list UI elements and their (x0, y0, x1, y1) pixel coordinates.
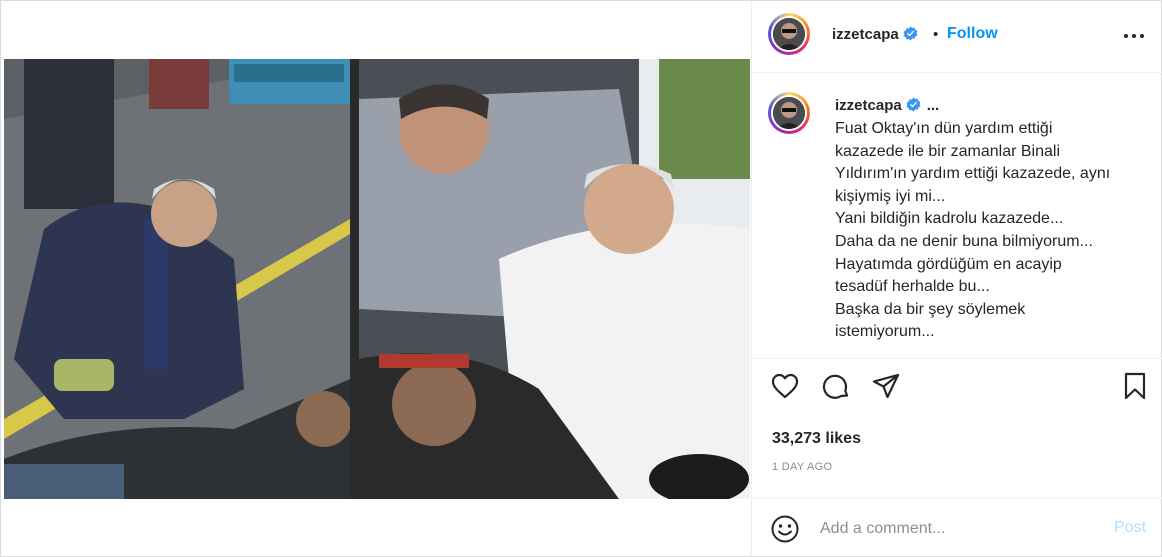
caption-line: Fuat Oktay'ın dün yardım ettiği (835, 120, 1053, 137)
verified-badge-icon (903, 26, 918, 41)
caption-line: Hayatımda gördüğüm en acayip (835, 255, 1062, 273)
post-comment-button[interactable]: Post (1114, 519, 1146, 537)
caption-line: kazazede ile bir zamanlar Binali (835, 142, 1060, 160)
post-media[interactable] (1, 1, 751, 556)
caption-ellipsis: ... (926, 97, 940, 114)
caption-line: Daha da ne denir buna bilmiyorum... (835, 232, 1093, 250)
comment-bar: Post (752, 498, 1162, 556)
like-button[interactable] (770, 371, 802, 403)
caption-line: istemiyorum... (835, 323, 935, 341)
save-button[interactable] (1120, 371, 1152, 403)
verified-badge-icon (906, 97, 921, 112)
share-button[interactable] (871, 371, 903, 403)
follow-button[interactable]: Follow (947, 25, 998, 43)
author-avatar[interactable] (768, 13, 810, 55)
emoji-smile-icon[interactable] (770, 514, 800, 544)
caption-author-avatar[interactable] (768, 92, 810, 134)
caption-text: Fuat Oktay'ın dün yardım ettiği kazazede… (835, 118, 1150, 344)
caption-line: kişiymiş iyi mi... (835, 187, 946, 205)
post-timestamp[interactable]: 1 DAY AGO (772, 461, 832, 473)
action-bar (752, 371, 1162, 411)
bookmark-icon[interactable] (1120, 371, 1150, 401)
likes-count[interactable]: 33,273 likes (772, 430, 861, 448)
caption-username[interactable]: izzetcapa (835, 97, 902, 114)
caption-line: tesadüf herhalde bu... (835, 278, 990, 296)
photo-right-panel (359, 59, 750, 499)
post-side-panel: izzetcapa • Follow izzetcapa... Fuat Okt… (751, 1, 1162, 556)
photo-divider (350, 59, 359, 499)
comment-bubble-icon[interactable] (821, 371, 851, 401)
comment-input[interactable] (820, 517, 1090, 541)
paper-plane-icon[interactable] (871, 371, 901, 401)
author-username-header[interactable]: izzetcapa (832, 26, 918, 43)
header-separator: • (933, 26, 939, 43)
heart-icon[interactable] (770, 371, 800, 401)
author-username[interactable]: izzetcapa (832, 26, 899, 43)
comment-button[interactable] (821, 371, 853, 403)
photo-left-panel (4, 59, 350, 499)
caption-line: Yani bildiğin kadrolu kazazede... (835, 210, 1064, 228)
post-header: izzetcapa • Follow (752, 1, 1162, 73)
caption-username-row: izzetcapa... (835, 97, 939, 114)
caption-line: Yıldırım'ın yardım ettiği kazazede, aynı (835, 165, 1111, 183)
caption-line: Başka da bir şey söylemek (835, 300, 1026, 318)
caption-area: izzetcapa... Fuat Oktay'ın dün yardım et… (752, 74, 1162, 359)
more-horizontal-icon[interactable] (1122, 27, 1146, 45)
